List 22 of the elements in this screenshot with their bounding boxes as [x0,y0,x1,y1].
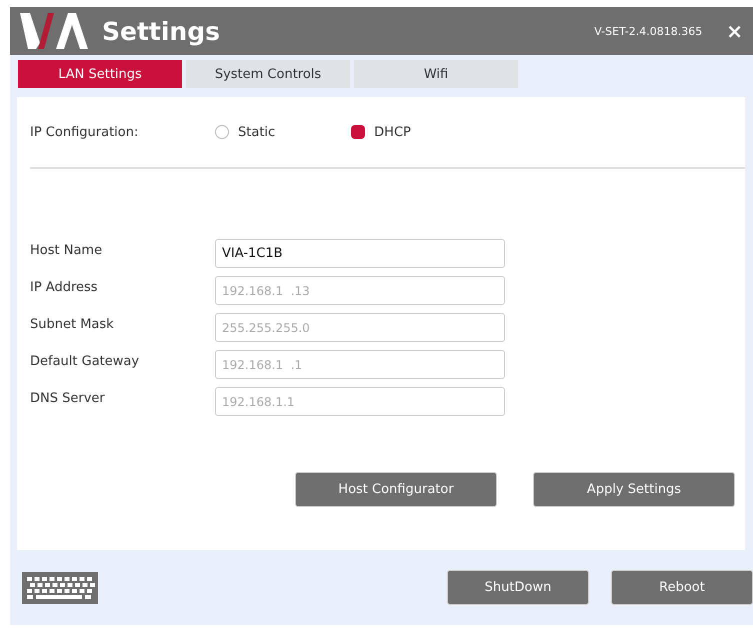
radio-button[interactable] [351,125,366,139]
radio-label: Static [238,124,276,140]
window-title: Settings [102,16,222,46]
field-label: Default Gateway [30,354,140,369]
footer-button[interactable]: Reboot [611,570,753,605]
keyboard-icon[interactable] [22,572,98,604]
input-field[interactable]: VIA-1C1B [215,239,505,268]
ip-configuration-label: IP Configuration: [30,124,140,140]
action-button[interactable]: Apply Settings [533,472,735,507]
version-label: V-SET-2.4.0818.365 [594,24,702,38]
radio-button[interactable] [215,125,229,139]
field-label: Host Name [30,243,104,258]
action-button[interactable]: Host Configurator [295,472,497,507]
field-label: Subnet Mask [30,317,115,332]
field-label: DNS Server [30,391,106,406]
tab[interactable]: System Controls [186,60,350,88]
footer-button[interactable]: ShutDown [447,570,589,605]
radio-label: DHCP [374,124,411,140]
field-label: IP Address [30,280,99,295]
tab[interactable]: LAN Settings [18,60,182,88]
tab[interactable]: Wifi [354,60,518,88]
close-button[interactable]: × [724,19,745,43]
